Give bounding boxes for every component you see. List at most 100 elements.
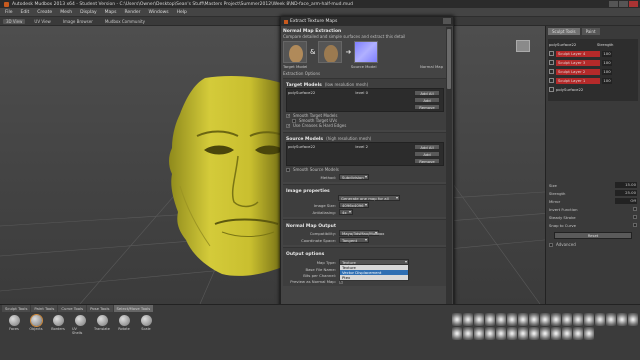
stamp-thumbnail[interactable] bbox=[452, 313, 462, 326]
stamp-thumbnail[interactable] bbox=[496, 327, 506, 340]
menu-maps[interactable]: Maps bbox=[105, 10, 117, 15]
stamp-thumbnail[interactable] bbox=[551, 327, 561, 340]
stamp-thumbnail[interactable] bbox=[463, 327, 473, 340]
tool-rotate[interactable]: Rotate bbox=[116, 315, 132, 335]
tab-sculpt-tools-shelf[interactable]: Sculpt Tools bbox=[2, 305, 31, 312]
menu-create[interactable]: Create bbox=[37, 10, 52, 15]
stamp-thumbnail[interactable] bbox=[496, 313, 506, 326]
smooth-target-uvs-checkbox[interactable] bbox=[292, 118, 296, 123]
tool-objects[interactable]: Objects bbox=[28, 315, 44, 335]
use-creases-checkbox[interactable] bbox=[286, 123, 290, 128]
list-item[interactable]: polySurface22 level 2 bbox=[288, 144, 368, 149]
strength-field[interactable]: 25.00 bbox=[615, 190, 637, 196]
layer-row[interactable]: Sculpt Layer 2 100 bbox=[549, 67, 637, 76]
stamp-thumbnail[interactable] bbox=[518, 327, 528, 340]
stamp-thumbnail[interactable] bbox=[573, 313, 583, 326]
tab-sculpt-tools[interactable]: Sculpt Tools bbox=[548, 28, 580, 35]
maximize-button[interactable] bbox=[619, 1, 628, 7]
menu-file[interactable]: File bbox=[5, 10, 13, 15]
source-add-selected-button[interactable]: Add Selected bbox=[414, 151, 440, 162]
stamp-thumbnail[interactable] bbox=[474, 313, 484, 326]
stamp-thumbnail[interactable] bbox=[628, 313, 638, 326]
layer-row[interactable]: Sculpt Layer 1 100 bbox=[549, 76, 637, 85]
stamp-thumbnail[interactable] bbox=[507, 313, 517, 326]
method-dropdown[interactable]: Subdivision bbox=[339, 174, 369, 180]
tab-select-move-tools-shelf[interactable]: Select/Move Tools bbox=[113, 305, 154, 312]
tab-paint-tools-shelf[interactable]: Paint Tools bbox=[31, 305, 58, 312]
stamp-thumbnail[interactable] bbox=[452, 327, 462, 340]
steady-stroke-checkbox[interactable] bbox=[633, 215, 637, 219]
layer-row[interactable]: Sculpt Layer 3 100 bbox=[549, 58, 637, 67]
stamp-thumbnail[interactable] bbox=[485, 327, 495, 340]
menu-help[interactable]: Help bbox=[177, 10, 187, 15]
stamp-thumbnail[interactable] bbox=[463, 313, 473, 326]
menu-mesh[interactable]: Mesh bbox=[60, 10, 72, 15]
tab-uv-view[interactable]: UV View bbox=[31, 19, 53, 24]
tab-image-browser[interactable]: Image Browser bbox=[60, 19, 96, 24]
stamp-thumbnail[interactable] bbox=[573, 327, 583, 340]
layer-row[interactable]: Sculpt Layer 4 100 bbox=[549, 49, 637, 58]
layer-row-root[interactable]: polySurface22 Strength bbox=[549, 40, 637, 49]
visibility-icon[interactable] bbox=[549, 60, 554, 65]
tab-curve-tools-shelf[interactable]: Curve Tools bbox=[58, 305, 87, 312]
stamp-thumbnail[interactable] bbox=[562, 313, 572, 326]
target-models-list[interactable]: polySurface22 level 0 Add All Add Select… bbox=[286, 88, 444, 112]
stamp-thumbnail[interactable] bbox=[584, 313, 594, 326]
tab-3d-view[interactable]: 3D View bbox=[3, 18, 26, 24]
dialog-scrollbar[interactable] bbox=[446, 27, 452, 349]
source-remove-button[interactable]: Remove bbox=[414, 158, 440, 164]
invert-function-checkbox[interactable] bbox=[633, 207, 637, 211]
tab-paint[interactable]: Paint bbox=[581, 28, 600, 35]
target-add-selected-button[interactable]: Add Selected bbox=[414, 97, 440, 108]
minimize-button[interactable] bbox=[609, 1, 618, 7]
sculpted-head-model[interactable] bbox=[0, 26, 300, 304]
list-item[interactable]: polySurface22 level 0 bbox=[288, 90, 368, 95]
target-remove-button[interactable]: Remove bbox=[414, 104, 440, 110]
stamp-thumbnail[interactable] bbox=[584, 327, 594, 340]
stamp-thumbnail[interactable] bbox=[540, 313, 550, 326]
tool-scale[interactable]: Scale bbox=[138, 315, 154, 335]
stamp-thumbnail[interactable] bbox=[518, 313, 528, 326]
tab-pose-tools-shelf[interactable]: Pose Tools bbox=[87, 305, 113, 312]
map-type-option-ptex[interactable]: Ptex bbox=[340, 275, 408, 280]
compatibility-dropdown[interactable]: Maya/3dsMax/Mudbox bbox=[339, 230, 384, 236]
source-models-list[interactable]: polySurface22 level 2 Add All Add Select… bbox=[286, 142, 444, 166]
reset-button[interactable]: Reset bbox=[554, 232, 632, 239]
tool-translate[interactable]: Translate bbox=[94, 315, 110, 335]
stamp-thumbnail[interactable] bbox=[562, 327, 572, 340]
visibility-icon[interactable] bbox=[549, 87, 554, 92]
stamp-thumbnail[interactable] bbox=[540, 327, 550, 340]
antialiasing-dropdown[interactable]: 4x bbox=[339, 209, 353, 215]
mirror-dropdown[interactable]: Off bbox=[615, 198, 637, 204]
coordinate-space-dropdown[interactable]: Tangent bbox=[339, 237, 369, 243]
target-add-all-button[interactable]: Add All bbox=[414, 90, 440, 96]
menu-render[interactable]: Render bbox=[125, 10, 141, 15]
menu-display[interactable]: Display bbox=[80, 10, 97, 15]
visibility-icon[interactable] bbox=[549, 69, 554, 74]
stamp-thumbnail[interactable] bbox=[529, 313, 539, 326]
stamp-thumbnail[interactable] bbox=[606, 313, 616, 326]
tool-faces[interactable]: Faces bbox=[6, 315, 22, 335]
source-add-all-button[interactable]: Add All bbox=[414, 144, 440, 150]
generate-maps-dropdown[interactable]: Generate one map for all targets bbox=[338, 195, 400, 206]
menu-windows[interactable]: Windows bbox=[149, 10, 169, 15]
menu-edit[interactable]: Edit bbox=[21, 10, 30, 15]
size-field[interactable]: 15.00 bbox=[615, 182, 637, 188]
tool-borders[interactable]: Borders bbox=[50, 315, 66, 335]
visibility-icon[interactable] bbox=[549, 78, 554, 83]
image-size-dropdown[interactable]: 4096x4096 bbox=[339, 202, 369, 208]
smooth-target-models-checkbox[interactable] bbox=[286, 113, 290, 118]
stamp-thumbnail[interactable] bbox=[474, 327, 484, 340]
stamp-thumbnail[interactable] bbox=[595, 313, 605, 326]
stamp-thumbnail[interactable] bbox=[507, 327, 517, 340]
visibility-icon[interactable] bbox=[549, 51, 554, 56]
advanced-checkbox[interactable] bbox=[549, 242, 553, 247]
dialog-close-icon[interactable] bbox=[443, 18, 451, 24]
layer-row-base[interactable]: polySurface22 bbox=[549, 85, 637, 94]
tab-mudbox-community[interactable]: Mudbox Community bbox=[102, 19, 148, 24]
smooth-source-models-checkbox[interactable] bbox=[286, 167, 290, 172]
tool-uv-shells[interactable]: UV Shells bbox=[72, 315, 88, 335]
stamp-thumbnail[interactable] bbox=[551, 313, 561, 326]
view-cube-icon[interactable] bbox=[516, 40, 530, 52]
snap-to-curve-checkbox[interactable] bbox=[633, 223, 637, 227]
